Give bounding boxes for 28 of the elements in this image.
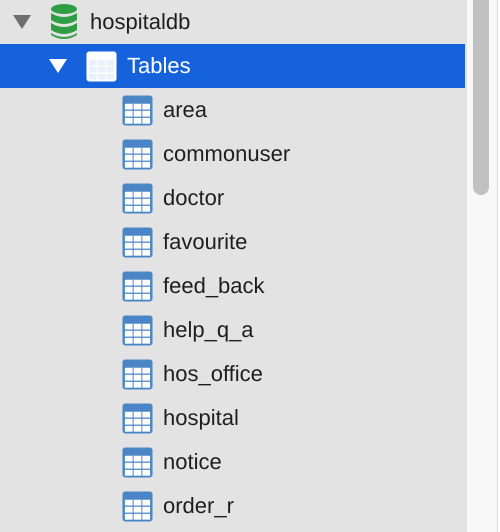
tree-item[interactable]: doctor (0, 176, 467, 220)
tree-item[interactable]: commonuser (0, 132, 467, 176)
tree-item[interactable]: hospitaldb (0, 0, 467, 44)
scrollbar-thumb[interactable] (473, 0, 489, 195)
disclosure-triangle-icon[interactable] (48, 58, 68, 74)
table-icon (122, 182, 153, 214)
tree-item[interactable]: area (0, 88, 467, 132)
tree-item[interactable]: favourite (0, 220, 467, 264)
tree-item[interactable]: Tables (0, 44, 465, 88)
table-icon (122, 138, 153, 170)
table-icon (86, 50, 117, 82)
tree-item[interactable]: order_r (0, 484, 467, 528)
table-icon (122, 358, 153, 390)
database-icon (50, 3, 78, 41)
tree-item[interactable]: help_q_a (0, 308, 467, 352)
disclosure-triangle-icon[interactable] (12, 14, 32, 30)
tree-item[interactable]: feed_back (0, 264, 467, 308)
table-icon (122, 490, 153, 522)
tree-item[interactable]: hospital (0, 396, 467, 440)
scrollbar[interactable] (467, 0, 498, 532)
tree-item[interactable]: notice (0, 440, 467, 484)
table-icon (122, 94, 153, 126)
table-icon (122, 226, 153, 258)
table-icon (122, 314, 153, 346)
table-icon (122, 402, 153, 434)
table-icon (122, 270, 153, 302)
tree-item[interactable]: hos_office (0, 352, 467, 396)
table-icon (122, 446, 153, 478)
